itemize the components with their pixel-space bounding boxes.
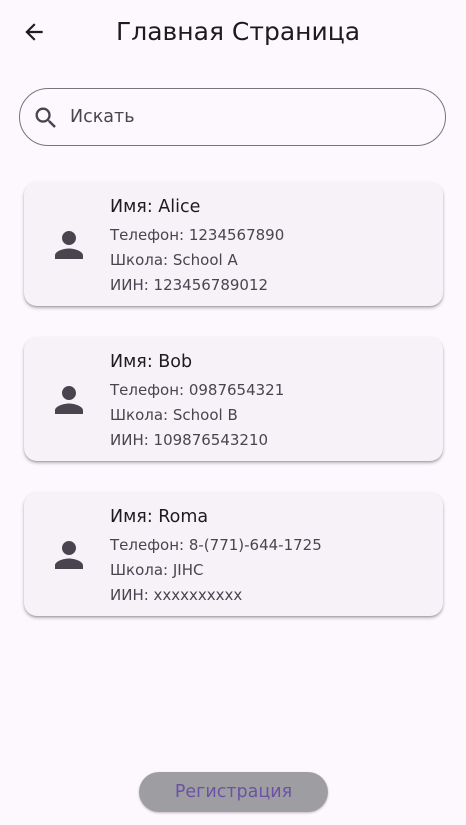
student-card-alice[interactable]: Имя: Alice Телефон: 1234567890 Школа: Sc… [24, 182, 443, 306]
student-school: Школа: JIHC [110, 561, 204, 579]
student-name: Имя: Roma [110, 507, 209, 527]
student-school: Школа: School A [110, 251, 238, 269]
student-iin: ИИН: 109876543210 [110, 431, 269, 449]
person-icon [55, 541, 83, 569]
page-title: Главная Страница [116, 17, 361, 46]
student-school: Школа: School B [110, 406, 238, 424]
back-button[interactable] [14, 12, 54, 52]
arrow-back-icon [25, 23, 43, 41]
student-card-roma[interactable]: Имя: Roma Телефон: 8-(771)-644-1725 Школ… [24, 492, 443, 616]
search-input[interactable] [70, 97, 430, 137]
person-icon [55, 231, 83, 259]
app-screen: Главная Страница Имя: Alice Телефон: 123… [0, 0, 466, 825]
student-name: Имя: Bob [110, 352, 193, 372]
student-name: Имя: Alice [110, 197, 201, 217]
student-phone: Телефон: 8-(771)-644-1725 [110, 536, 322, 554]
app-bar: Главная Страница [0, 0, 466, 64]
student-iin: ИИН: 123456789012 [110, 276, 269, 294]
person-icon [55, 386, 83, 414]
student-phone: Телефон: 0987654321 [110, 381, 285, 399]
search-icon [35, 107, 56, 128]
student-phone: Телефон: 1234567890 [110, 226, 285, 244]
student-card-bob[interactable]: Имя: Bob Телефон: 0987654321 Школа: Scho… [24, 337, 443, 461]
register-button[interactable]: Регистрация [139, 772, 328, 812]
student-iin: ИИН: xxxxxxxxxx [110, 586, 243, 604]
search-bar[interactable] [19, 88, 446, 146]
